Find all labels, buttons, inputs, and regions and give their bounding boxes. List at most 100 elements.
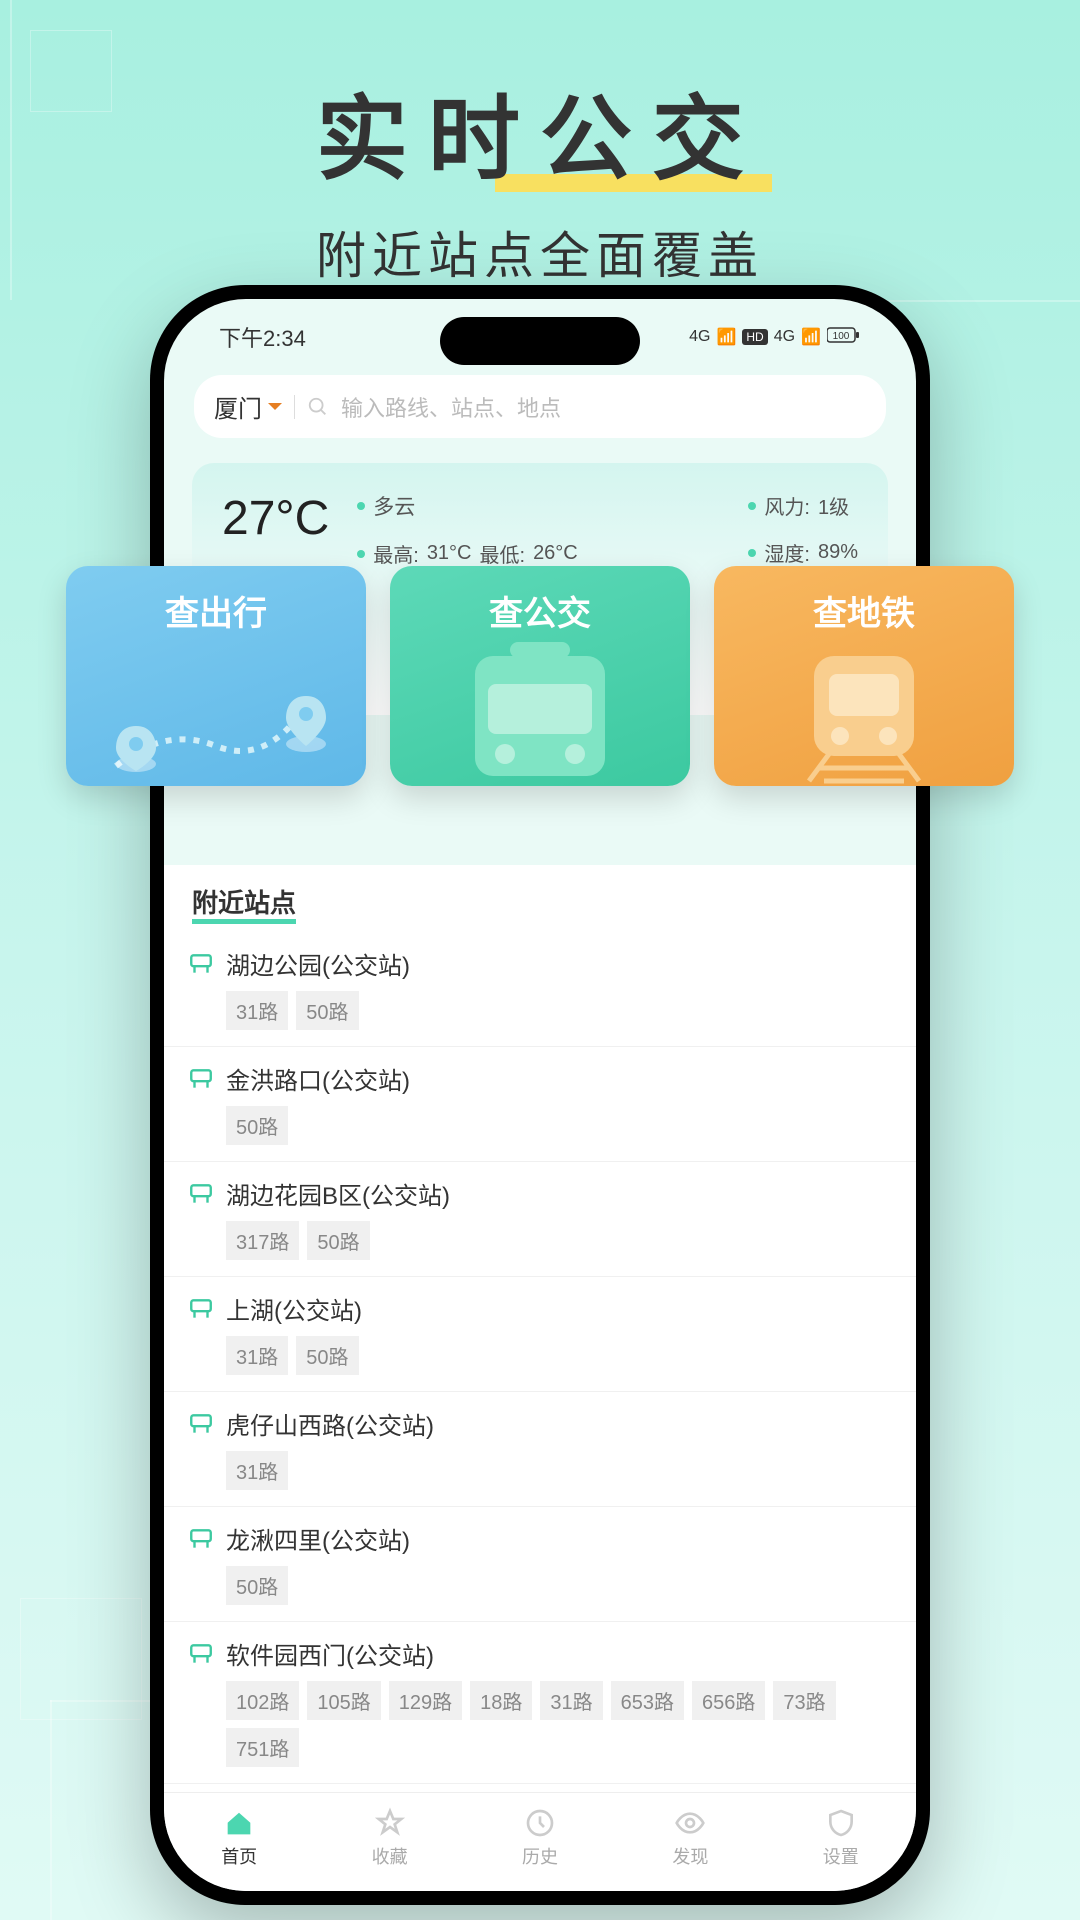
weather-high-label: 最高: bbox=[373, 539, 419, 568]
bus-stop-icon bbox=[188, 1181, 214, 1207]
route-chip[interactable]: 50路 bbox=[307, 1221, 369, 1260]
phone-notch bbox=[440, 317, 640, 365]
route-chip[interactable]: 31路 bbox=[226, 1336, 288, 1375]
nav-settings[interactable]: 设置 bbox=[823, 1807, 859, 1869]
route-chip[interactable]: 50路 bbox=[226, 1566, 288, 1605]
bus-icon bbox=[390, 646, 690, 786]
route-chips: 317路50路 bbox=[188, 1221, 892, 1260]
route-chip[interactable]: 18路 bbox=[470, 1681, 532, 1720]
route-map-icon bbox=[66, 646, 366, 786]
nav-home[interactable]: 首页 bbox=[221, 1807, 257, 1869]
nav-discover[interactable]: 发现 bbox=[672, 1807, 708, 1869]
network-2: 4G bbox=[774, 328, 795, 346]
action-card-label: 查公交 bbox=[390, 586, 690, 635]
route-chip[interactable]: 31路 bbox=[226, 991, 288, 1030]
phone-frame: 下午2:34 4G 📶 HD 4G 📶 100 厦门 输入路线、站点、地点 bbox=[150, 285, 930, 1905]
wind-value: 1级 bbox=[818, 491, 849, 520]
stop-item[interactable]: 软件园西门(公交站) 102路105路129路18路31路653路656路73路… bbox=[164, 1622, 916, 1784]
action-card-metro[interactable]: 查地铁 bbox=[714, 566, 1014, 786]
bus-stop-icon bbox=[188, 951, 214, 977]
status-indicators: 4G 📶 HD 4G 📶 100 bbox=[689, 327, 861, 348]
route-chip[interactable]: 31路 bbox=[226, 1451, 288, 1490]
weather-condition: 多云 bbox=[373, 491, 415, 521]
svg-text:100: 100 bbox=[833, 331, 850, 342]
route-chip[interactable]: 50路 bbox=[296, 1336, 358, 1375]
shield-icon bbox=[825, 1807, 857, 1839]
city-name: 厦门 bbox=[214, 389, 262, 424]
stop-item[interactable]: 龙湫四里(公交站) 50路 bbox=[164, 1507, 916, 1622]
stop-item[interactable]: 湖边公园(公交站) 31路50路 bbox=[164, 932, 916, 1047]
dot-icon bbox=[357, 550, 365, 558]
weather-high: 31°C bbox=[427, 542, 472, 565]
hd-badge: HD bbox=[742, 329, 767, 345]
stop-item[interactable]: 湖边花园B区(公交站) 317路50路 bbox=[164, 1162, 916, 1277]
humidity-label: 湿度: bbox=[764, 538, 810, 567]
nearby-section: 附近站点 湖边公园(公交站) 31路50路 金洪路口(公交站) 50路 湖边花园… bbox=[164, 865, 916, 1792]
bus-stop-icon bbox=[188, 1296, 214, 1322]
weather-low-label: 最低: bbox=[480, 539, 526, 568]
action-card-label: 查出行 bbox=[66, 586, 366, 635]
route-chip[interactable]: 105路 bbox=[307, 1681, 380, 1720]
phone-screen: 下午2:34 4G 📶 HD 4G 📶 100 厦门 输入路线、站点、地点 bbox=[164, 299, 916, 1891]
bottom-nav: 首页 收藏 历史 发现 设置 bbox=[164, 1792, 916, 1891]
dot-icon bbox=[748, 549, 756, 557]
action-card-bus[interactable]: 查公交 bbox=[390, 566, 690, 786]
stop-name: 湖边公园(公交站) bbox=[226, 946, 410, 981]
wind-label: 风力: bbox=[764, 491, 810, 520]
nav-label: 首页 bbox=[221, 1843, 257, 1869]
metro-icon bbox=[714, 646, 1014, 786]
stop-item[interactable]: 金洪路口(公交站) 50路 bbox=[164, 1047, 916, 1162]
route-chip[interactable]: 751路 bbox=[226, 1728, 299, 1767]
star-icon bbox=[374, 1807, 406, 1839]
nav-favorites[interactable]: 收藏 bbox=[372, 1807, 408, 1869]
weather-mid: 多云 最高: 31°C 最低: 26°C bbox=[349, 491, 578, 568]
route-chip[interactable]: 50路 bbox=[226, 1106, 288, 1145]
bus-stop-icon bbox=[188, 1066, 214, 1092]
stop-name: 金洪路口(公交站) bbox=[226, 1061, 410, 1096]
stop-item[interactable]: 虎仔山西路(公交站) 31路 bbox=[164, 1392, 916, 1507]
action-cards-row: 查出行 查公交 查地铁 bbox=[66, 566, 1014, 786]
network-1: 4G bbox=[689, 328, 710, 346]
route-chips: 31路50路 bbox=[188, 991, 892, 1030]
divider bbox=[294, 395, 295, 419]
weather-low: 26°C bbox=[533, 542, 578, 565]
route-chips: 31路 bbox=[188, 1451, 892, 1490]
stop-name: 湖边花园B区(公交站) bbox=[226, 1176, 450, 1211]
action-card-travel[interactable]: 查出行 bbox=[66, 566, 366, 786]
weather-temperature: 27°C bbox=[222, 491, 329, 546]
nav-history[interactable]: 历史 bbox=[522, 1807, 558, 1869]
stop-name: 软件园西门(公交站) bbox=[226, 1636, 434, 1671]
route-chip[interactable]: 317路 bbox=[226, 1221, 299, 1260]
route-chips: 50路 bbox=[188, 1566, 892, 1605]
bus-stop-icon bbox=[188, 1526, 214, 1552]
clock-icon bbox=[524, 1807, 556, 1839]
eye-icon bbox=[674, 1807, 706, 1839]
chevron-down-icon bbox=[268, 403, 282, 410]
action-card-label: 查地铁 bbox=[714, 586, 1014, 635]
route-chip[interactable]: 656路 bbox=[692, 1681, 765, 1720]
nearby-header: 附近站点 bbox=[164, 865, 916, 932]
route-chips: 31路50路 bbox=[188, 1336, 892, 1375]
search-bar[interactable]: 厦门 输入路线、站点、地点 bbox=[194, 375, 886, 438]
dot-icon bbox=[748, 502, 756, 510]
route-chip[interactable]: 73路 bbox=[773, 1681, 835, 1720]
humidity-value: 89% bbox=[818, 541, 858, 564]
signal-icon-2: 📶 bbox=[801, 327, 821, 347]
nav-label: 发现 bbox=[672, 1843, 708, 1869]
route-chip[interactable]: 653路 bbox=[611, 1681, 684, 1720]
route-chip[interactable]: 102路 bbox=[226, 1681, 299, 1720]
stop-item[interactable]: 上湖(公交站) 31路50路 bbox=[164, 1277, 916, 1392]
route-chip[interactable]: 50路 bbox=[296, 991, 358, 1030]
stop-name: 上湖(公交站) bbox=[226, 1291, 362, 1326]
nav-label: 历史 bbox=[522, 1843, 558, 1869]
signal-icon: 📶 bbox=[716, 327, 736, 347]
nav-label: 收藏 bbox=[372, 1843, 408, 1869]
route-chips: 102路105路129路18路31路653路656路73路 751路 bbox=[188, 1681, 892, 1767]
route-chip[interactable]: 31路 bbox=[540, 1681, 602, 1720]
home-icon bbox=[223, 1807, 255, 1839]
city-picker[interactable]: 厦门 bbox=[214, 389, 282, 424]
route-chips: 50路 bbox=[188, 1106, 892, 1145]
route-chip[interactable]: 129路 bbox=[389, 1681, 462, 1720]
search-placeholder: 输入路线、站点、地点 bbox=[341, 391, 561, 423]
search-icon bbox=[307, 396, 329, 418]
